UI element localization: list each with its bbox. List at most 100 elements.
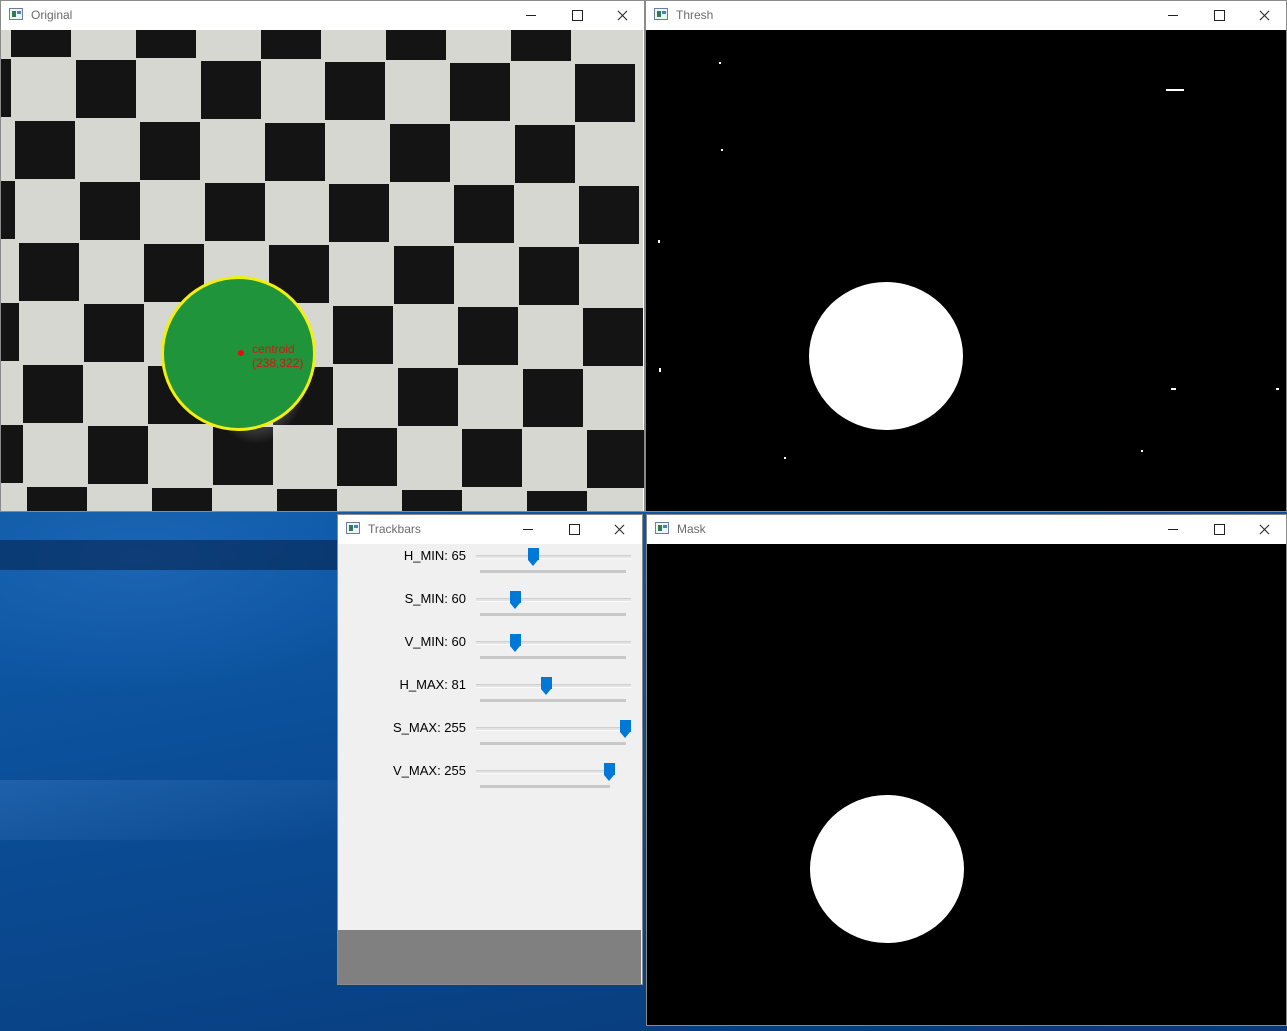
desktop-shade <box>0 540 340 570</box>
trackbar-track[interactable] <box>476 555 631 559</box>
checker-square <box>337 428 397 486</box>
original-image: centroid (238,322) <box>1 30 644 511</box>
checker-square <box>587 430 644 488</box>
checker-square <box>329 184 389 242</box>
minimize-icon[interactable] <box>505 515 551 544</box>
noise-speck <box>659 368 661 372</box>
checker-square <box>390 124 450 182</box>
trackbar-thumb[interactable] <box>604 763 615 781</box>
thresh-image <box>646 30 1286 511</box>
window-trackbars[interactable]: Trackbars H_MIN: 65 S_MIN: 60 V_MIN: 60 … <box>337 514 643 985</box>
window-thresh[interactable]: Thresh <box>645 0 1287 512</box>
titlebar[interactable]: Original <box>1 1 644 30</box>
checker-square <box>454 185 514 243</box>
trackbar-thumb[interactable] <box>510 634 521 652</box>
checker-square <box>23 365 83 423</box>
noise-speck <box>658 240 660 243</box>
mask-image <box>647 544 1286 1025</box>
trackbar-s-max[interactable]: S_MAX: 255 <box>338 716 641 759</box>
maximize-icon[interactable] <box>554 1 600 30</box>
opencv-window-icon <box>9 8 23 20</box>
checker-square <box>519 247 579 305</box>
trackbar-track[interactable] <box>476 727 631 731</box>
thresh-background <box>646 30 1286 511</box>
noise-speck <box>1276 388 1279 390</box>
thresh-blob <box>809 282 963 430</box>
titlebar[interactable]: Mask <box>647 515 1286 544</box>
trackbar-track[interactable] <box>476 641 631 645</box>
mask-blob <box>810 795 964 943</box>
window-mask[interactable]: Mask <box>646 514 1287 1026</box>
titlebar[interactable]: Trackbars <box>338 515 642 544</box>
trackbar-thumb[interactable] <box>620 720 631 738</box>
trackbar-s-min[interactable]: S_MIN: 60 <box>338 587 641 630</box>
checker-square <box>80 182 140 240</box>
checker-square <box>19 243 79 301</box>
checker-square <box>511 30 571 61</box>
trackbar-label: H_MAX: 81 <box>399 677 466 692</box>
trackbars-status-area <box>338 930 641 984</box>
checker-square <box>136 30 196 58</box>
opencv-window-icon <box>346 522 360 534</box>
checker-square <box>575 64 635 122</box>
window-title: Thresh <box>676 8 714 22</box>
window-original[interactable]: Original centroid (238,322) <box>0 0 645 512</box>
trackbar-label: S_MAX: 255 <box>393 720 466 735</box>
trackbar-label: H_MIN: 65 <box>403 548 466 563</box>
close-icon[interactable] <box>599 1 645 30</box>
trackbars-panel: H_MIN: 65 S_MIN: 60 V_MIN: 60 H_MAX: 81 … <box>338 544 642 984</box>
trackbar-thumb[interactable] <box>528 548 539 566</box>
checker-square <box>84 304 144 362</box>
maximize-icon[interactable] <box>551 515 597 544</box>
checker-square <box>205 183 265 241</box>
checker-square <box>76 60 136 118</box>
checker-square <box>579 186 639 244</box>
checker-square <box>140 122 200 180</box>
titlebar[interactable]: Thresh <box>646 1 1286 30</box>
minimize-icon[interactable] <box>1150 1 1196 30</box>
noise-speck <box>784 457 786 459</box>
opencv-window-icon <box>654 8 668 20</box>
centroid-label: centroid (238,322) <box>252 342 303 370</box>
checker-square <box>1 425 23 483</box>
centroid-text: centroid <box>252 342 295 356</box>
close-icon[interactable] <box>1241 1 1287 30</box>
window-title: Trackbars <box>368 522 421 536</box>
checker-square <box>15 121 75 179</box>
noise-speck <box>1141 450 1143 452</box>
minimize-icon[interactable] <box>508 1 554 30</box>
trackbar-track[interactable] <box>476 770 609 774</box>
trackbar-track[interactable] <box>476 684 631 688</box>
minimize-icon[interactable] <box>1150 515 1196 544</box>
trackbar-v-min[interactable]: V_MIN: 60 <box>338 630 641 673</box>
checker-square <box>1 303 19 361</box>
noise-speck <box>721 149 723 151</box>
maximize-icon[interactable] <box>1196 1 1242 30</box>
trackbar-h-min[interactable]: H_MIN: 65 <box>338 544 641 587</box>
checker-square <box>1 59 11 117</box>
trackbar-h-max[interactable]: H_MAX: 81 <box>338 673 641 716</box>
checker-square <box>325 62 385 120</box>
checker-square <box>450 63 510 121</box>
checker-square <box>402 490 462 511</box>
trackbar-range-line <box>480 699 626 702</box>
checker-square <box>462 429 522 487</box>
checker-square <box>277 489 337 511</box>
checker-square <box>398 368 458 426</box>
checker-square <box>515 125 575 183</box>
close-icon[interactable] <box>596 515 642 544</box>
checker-square <box>27 487 87 511</box>
checker-square <box>265 123 325 181</box>
maximize-icon[interactable] <box>1196 515 1242 544</box>
trackbar-range-line <box>480 613 626 616</box>
trackbar-track[interactable] <box>476 598 631 602</box>
checker-square <box>152 488 212 511</box>
checker-square <box>523 369 583 427</box>
close-icon[interactable] <box>1241 515 1287 544</box>
trackbar-thumb[interactable] <box>541 677 552 695</box>
desktop-light-ray <box>0 780 340 840</box>
trackbar-v-max[interactable]: V_MAX: 255 <box>338 759 641 802</box>
window-title: Original <box>31 8 73 22</box>
checker-square <box>11 30 71 57</box>
trackbar-thumb[interactable] <box>510 591 521 609</box>
